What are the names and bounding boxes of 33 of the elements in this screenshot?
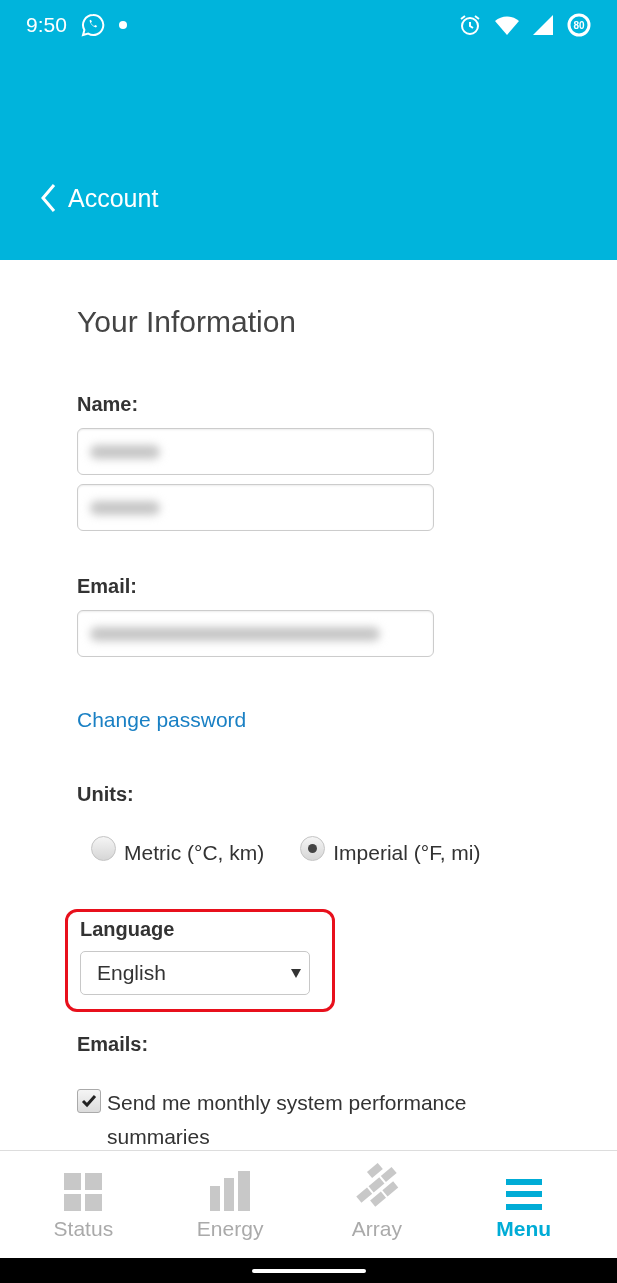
field-label: Units: (77, 782, 135, 806)
bar-chart-icon (210, 1171, 251, 1211)
alarm-icon (459, 14, 481, 36)
language-dropdown[interactable]: English (80, 951, 310, 995)
nav-tab[interactable]: Menu (468, 1151, 579, 1259)
text-field[interactable] (77, 610, 434, 657)
section-title: Your Information (77, 304, 298, 340)
menu-icon (505, 1179, 542, 1211)
field-label: Email: (77, 574, 139, 598)
field-label: Emails: (77, 1032, 150, 1056)
change-password-link[interactable]: Change password (77, 708, 247, 731)
dot-icon (118, 21, 127, 29)
nav-tab[interactable]: Energy (175, 1151, 286, 1259)
back-chevron-icon (40, 183, 56, 213)
field-label: Name: (77, 392, 140, 416)
back-button[interactable]: Account (40, 183, 159, 213)
check-icon (81, 1094, 97, 1108)
field-label: Language (80, 917, 176, 941)
radio-option[interactable]: Imperial (°F, mi) (300, 836, 481, 869)
nav-tab[interactable]: Array (321, 1151, 432, 1259)
chat-bubble-icon (80, 13, 105, 37)
wifi-icon (495, 15, 519, 35)
grid-icon (64, 1173, 103, 1211)
checkbox-label: Send me monthly system performance summaries (107, 1090, 468, 1150)
dropdown-caret-icon (291, 968, 301, 978)
checkbox[interactable] (77, 1089, 101, 1113)
battery-indicator: 80 (567, 13, 591, 37)
nav-tab[interactable]: Status (28, 1151, 139, 1259)
status-time: 9:50 (26, 13, 67, 37)
text-field[interactable] (77, 428, 434, 475)
signal-icon (533, 15, 553, 35)
radio-option[interactable]: Metric (°C, km) (91, 836, 265, 869)
text-field[interactable] (77, 484, 434, 531)
